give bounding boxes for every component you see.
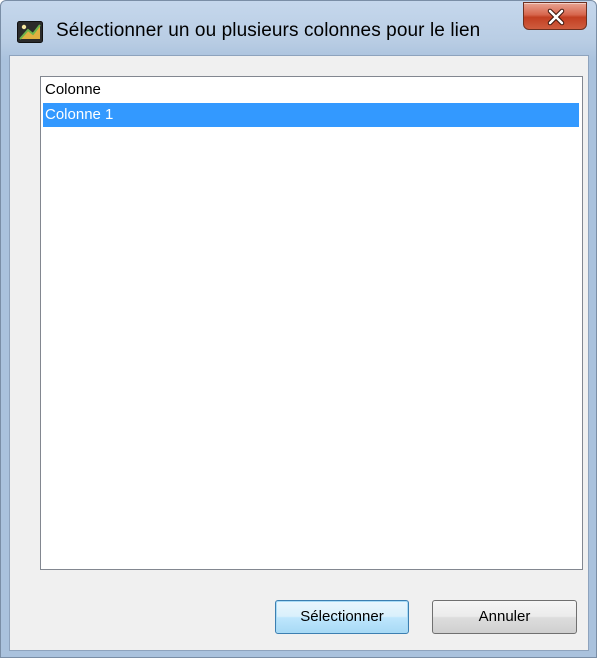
window-title: Sélectionner un ou plusieurs colonnes po… [56, 20, 481, 41]
column-listbox[interactable]: Colonne Colonne 1 [40, 76, 583, 570]
list-item[interactable]: Colonne 1 [43, 103, 579, 127]
app-icon [17, 21, 43, 43]
close-button[interactable] [523, 2, 587, 30]
dialog-content: Colonne Colonne 1 Sélectionner Annuler [9, 55, 589, 651]
cancel-button[interactable]: Annuler [432, 600, 577, 634]
select-button[interactable]: Sélectionner [275, 600, 409, 634]
dialog-window: Sélectionner un ou plusieurs colonnes po… [0, 0, 597, 658]
close-icon [524, 3, 586, 29]
list-header: Colonne [45, 81, 101, 98]
title-bar[interactable]: Sélectionner un ou plusieurs colonnes po… [1, 1, 598, 55]
